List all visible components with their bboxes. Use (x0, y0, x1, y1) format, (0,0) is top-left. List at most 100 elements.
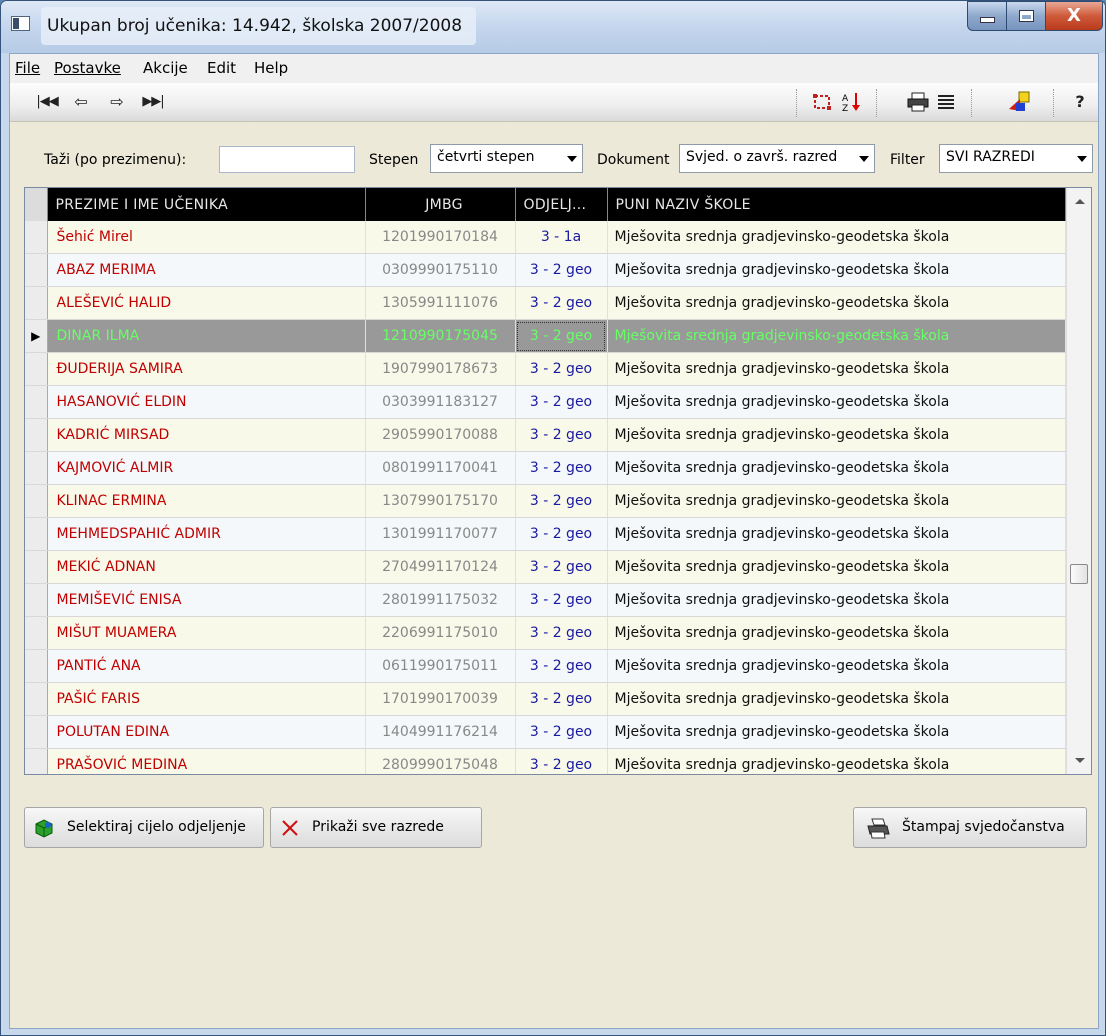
cell-school-name: Mješovita srednja gradjevinsko-geodetska… (607, 583, 1066, 617)
maximize-button[interactable] (1006, 1, 1046, 31)
scroll-down-icon[interactable] (1075, 758, 1085, 763)
minimize-button[interactable] (967, 1, 1007, 31)
row-selector[interactable] (25, 715, 48, 749)
row-selector[interactable] (25, 286, 48, 320)
help-button[interactable]: ? (1070, 89, 1090, 115)
row-selector[interactable] (25, 484, 48, 518)
row-selector[interactable] (25, 451, 48, 485)
row-selector[interactable] (25, 649, 48, 683)
table-row[interactable]: HASANOVIĆ ELDIN 0303991183127 3 - 2 geo Mje… (25, 385, 1066, 419)
cell-school-name: Mješovita srednja gradjevinsko-geodetska… (607, 649, 1066, 683)
sort-az-icon: AZ (842, 93, 860, 114)
table-row[interactable]: PANTIĆ ANA 0611990175011 3 - 2 geo Mješovit… (25, 649, 1066, 683)
table-row[interactable]: KADRIĆ MIRSAD 2905990170088 3 - 2 geo Mješo… (25, 418, 1066, 452)
menu-postavke[interactable]: Postavke (54, 59, 121, 77)
sort-button[interactable]: AZ (839, 89, 865, 115)
table-row[interactable]: ALEŠEVIĆ HALID 1305991111076 3 - 2 geo Mješ… (25, 286, 1066, 320)
table-row[interactable]: KLINAC ERMINA 1307990175170 3 - 2 geo Mješo… (25, 484, 1066, 518)
filter-select[interactable]: SVI RAZREDI (939, 144, 1093, 173)
table-row[interactable]: MEHMEDSPAHIĆ ADMIR 1301991170077 3 - 2 geo… (25, 517, 1066, 551)
select-class-label: Selektiraj cijelo odjeljenje (67, 819, 246, 835)
print-toolbar-button[interactable] (905, 89, 931, 115)
crop-button[interactable] (809, 89, 835, 115)
title-bar[interactable]: Ukupan broj učenika: 14.942, školska 200… (1, 1, 1105, 53)
row-selector[interactable] (25, 583, 48, 617)
row-selector[interactable] (25, 517, 48, 551)
row-selector[interactable] (25, 418, 48, 452)
cell-school-name: Mješovita srednja gradjevinsko-geodetska… (607, 253, 1066, 287)
cell-odjeljenje: 3 - 2 geo (515, 319, 608, 353)
grid-header-row: PREZIME I IME UČENIKA JMBG ODJELJ... PUN… (25, 188, 1066, 221)
toolbar-separator (1053, 89, 1056, 117)
cell-jmbg: 2704991170124 (365, 550, 516, 584)
next-record-button[interactable]: ⇨ (104, 89, 130, 115)
close-button[interactable]: X (1045, 1, 1103, 31)
shapes-button[interactable] (1005, 89, 1035, 115)
students-grid[interactable]: PREZIME I IME UČENIKA JMBG ODJELJ... PUN… (24, 187, 1092, 775)
cell-jmbg: 1404991176214 (365, 715, 516, 749)
column-header-name[interactable]: PREZIME I IME UČENIKA (47, 188, 366, 221)
cell-jmbg: 2206991175010 (365, 616, 516, 650)
column-header-jmbg[interactable]: JMBG (365, 188, 516, 221)
row-selector[interactable] (25, 616, 48, 650)
cell-student-name: KLINAC ERMINA (47, 484, 366, 518)
table-row[interactable]: KAJMOVIĆ ALMIR 0801991170041 3 - 2 geo Mješ… (25, 451, 1066, 485)
print-certificates-button[interactable]: Štampaj svjedočanstva (853, 807, 1087, 848)
prev-record-button[interactable]: ⇦ (68, 89, 94, 115)
cell-odjeljenje: 3 - 2 geo (515, 418, 608, 452)
table-row[interactable]: ĐUDERIJA SAMIRA 1907990178673 3 - 2 geo Mje… (25, 352, 1066, 386)
table-row[interactable]: POLUTAN EDINA 1404991176214 3 - 2 geo Mješo… (25, 715, 1066, 749)
table-row[interactable]: Šehić Mirel 1201990170184 3 - 1a Mješovita … (25, 221, 1066, 254)
close-icon: X (1067, 5, 1081, 26)
row-selector[interactable] (25, 253, 48, 287)
menu-akcije[interactable]: Akcije (143, 59, 188, 77)
show-all-classes-label: Prikaži sve razrede (312, 819, 444, 835)
chevron-down-icon (567, 156, 577, 162)
scrollbar-thumb[interactable] (1070, 564, 1088, 584)
cell-student-name: MEKIĆ ADNAN (47, 550, 366, 584)
cell-odjeljenje: 3 - 2 geo (515, 715, 608, 749)
table-row[interactable]: ABAZ MERIMA 0309990175110 3 - 2 geo Mješovi… (25, 253, 1066, 287)
stepen-select[interactable]: četvrti stepen (430, 144, 583, 173)
cell-odjeljenje: 3 - 2 geo (515, 550, 608, 584)
vertical-scrollbar[interactable] (1066, 188, 1091, 774)
table-row[interactable]: MEMIŠEVIĆ ENISA 2801991175032 3 - 2 geo Mje… (25, 583, 1066, 617)
row-selector[interactable] (25, 748, 48, 774)
green-cube-icon (35, 819, 53, 838)
row-selector[interactable] (25, 682, 48, 716)
row-selector[interactable]: ▶ (25, 319, 48, 353)
row-selector[interactable] (25, 385, 48, 419)
cell-student-name: ALEŠEVIĆ HALID (47, 286, 366, 320)
table-row[interactable]: PAŠIĆ FARIS 1701990170039 3 - 2 geo Mješovi… (25, 682, 1066, 716)
cell-odjeljenje: 3 - 2 geo (515, 352, 608, 386)
cell-odjeljenje: 3 - 2 geo (515, 451, 608, 485)
list-view-button[interactable] (933, 89, 959, 115)
show-all-classes-button[interactable]: Prikaži sve razrede (270, 807, 482, 848)
search-input[interactable] (219, 146, 355, 173)
row-selector[interactable] (25, 352, 48, 386)
row-selector[interactable] (25, 221, 48, 254)
cell-student-name: PRAŠOVIĆ MEDINA (47, 748, 366, 774)
cell-school-name: Mješovita srednja gradjevinsko-geodetska… (607, 748, 1066, 774)
first-record-button[interactable]: |◀◀ (32, 89, 62, 115)
last-record-button[interactable]: ▶▶| (138, 89, 168, 115)
row-selector[interactable] (25, 550, 48, 584)
table-row[interactable]: ▶ DINAR ILMA 1210990175045 3 - 2 geo Mješovi… (25, 319, 1066, 353)
toolbar-separator (796, 89, 799, 117)
select-class-button[interactable]: Selektiraj cijelo odjeljenje (24, 807, 264, 848)
column-header-skola[interactable]: PUNI NAZIV ŠKOLE (607, 188, 1066, 221)
cell-student-name: POLUTAN EDINA (47, 715, 366, 749)
scroll-up-icon[interactable] (1075, 199, 1085, 204)
menu-file[interactable]: File (15, 59, 40, 77)
svg-text:Z: Z (842, 104, 848, 113)
app-window-icon (11, 16, 30, 31)
menu-edit[interactable]: Edit (207, 59, 236, 77)
table-row[interactable]: PRAŠOVIĆ MEDINA 2809990175048 3 - 2 geo Mje… (25, 748, 1066, 774)
menu-help[interactable]: Help (254, 59, 288, 77)
table-row[interactable]: MEKIĆ ADNAN 2704991170124 3 - 2 geo Mješovi… (25, 550, 1066, 584)
column-header-odjeljenje[interactable]: ODJELJ... (515, 188, 608, 221)
table-row[interactable]: MIŠUT MUAMERA 2206991175010 3 - 2 geo Mješo… (25, 616, 1066, 650)
cell-odjeljenje: 3 - 2 geo (515, 253, 608, 287)
dokument-select[interactable]: Svjed. o završ. razred (679, 144, 875, 173)
cell-odjeljenje: 3 - 2 geo (515, 517, 608, 551)
